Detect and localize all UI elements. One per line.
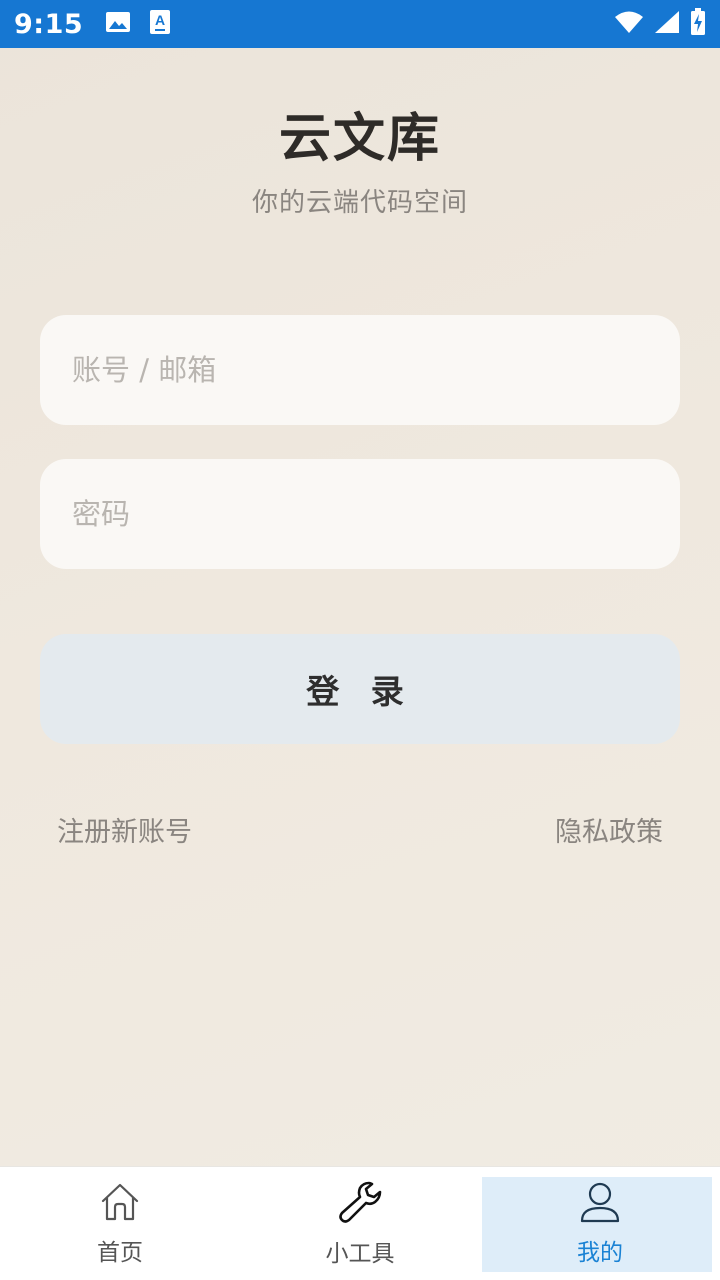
- signal-icon: [654, 10, 680, 38]
- login-button[interactable]: 登 录: [40, 634, 680, 744]
- account-input[interactable]: [40, 315, 680, 425]
- status-icons-right: [614, 8, 706, 40]
- wrench-icon: [336, 1180, 384, 1234]
- status-icons-left: A: [105, 9, 171, 39]
- image-icon: [105, 11, 131, 37]
- nav-label-mine: 我的: [577, 1239, 623, 1266]
- nav-label-home: 首页: [97, 1239, 143, 1266]
- svg-text:A: A: [155, 12, 165, 28]
- privacy-policy-link[interactable]: 隐私政策: [555, 810, 663, 849]
- font-a-icon: A: [149, 9, 171, 39]
- user-icon: [578, 1181, 622, 1233]
- app-title: 云文库: [278, 109, 441, 169]
- battery-charging-icon: [690, 8, 706, 40]
- password-input[interactable]: [40, 459, 680, 569]
- nav-item-mine[interactable]: 我的: [480, 1167, 720, 1280]
- home-icon: [99, 1181, 141, 1233]
- status-bar: 9:15 A: [0, 0, 720, 48]
- wifi-icon: [614, 10, 644, 38]
- register-link[interactable]: 注册新账号: [57, 810, 192, 849]
- app-subtitle: 你的云端代码空间: [251, 188, 468, 218]
- status-time: 9:15: [14, 8, 84, 40]
- nav-label-tools: 小工具: [325, 1240, 395, 1267]
- bottom-nav: 首页 小工具 我的: [0, 1166, 720, 1280]
- nav-item-home[interactable]: 首页: [0, 1167, 240, 1280]
- nav-item-tools[interactable]: 小工具: [240, 1167, 480, 1280]
